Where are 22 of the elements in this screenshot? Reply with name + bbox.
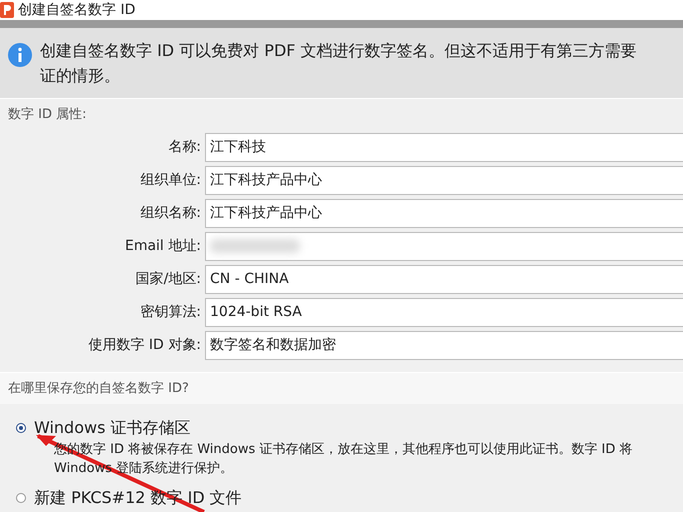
field-label: 国家/地区: [134, 270, 202, 288]
field-label: 使用数字 ID 对象: [87, 336, 202, 354]
field-label: 组织名称: [139, 204, 202, 222]
input-field[interactable]: CN - CHINA [205, 264, 683, 294]
section-heading: 数字 ID 属性: [0, 98, 683, 130]
section-heading: 在哪里保存您的自签名数字 ID? [0, 372, 683, 404]
radio-button[interactable] [16, 423, 26, 433]
window-title: 创建自签名数字 ID [18, 0, 136, 20]
input-field[interactable]: 江下科技产品中心 [205, 198, 683, 228]
radio-label[interactable]: Windows 证书存储区 [34, 416, 191, 440]
field-label: 组织单位: [139, 170, 202, 190]
field-label: 密钥算法: [139, 302, 202, 322]
field-label: 名称: [167, 138, 202, 156]
input-field[interactable]: 1024-bit RSA [205, 298, 683, 326]
input-field[interactable]: 数字签名和数据加密 [205, 330, 683, 360]
info-icon [8, 43, 32, 67]
input-field[interactable]: 江下科技 [205, 132, 683, 162]
radio-button[interactable] [16, 493, 26, 503]
field-label: Email 地址: [124, 236, 202, 256]
input-field[interactable] [205, 232, 683, 260]
info-message: 创建自签名数字 ID 可以免费对 PDF 文档进行数字签名。但这不适用于有第三方需要 证的情形。 [40, 40, 637, 86]
input-field[interactable]: 江下科技产品中心 [205, 166, 683, 194]
